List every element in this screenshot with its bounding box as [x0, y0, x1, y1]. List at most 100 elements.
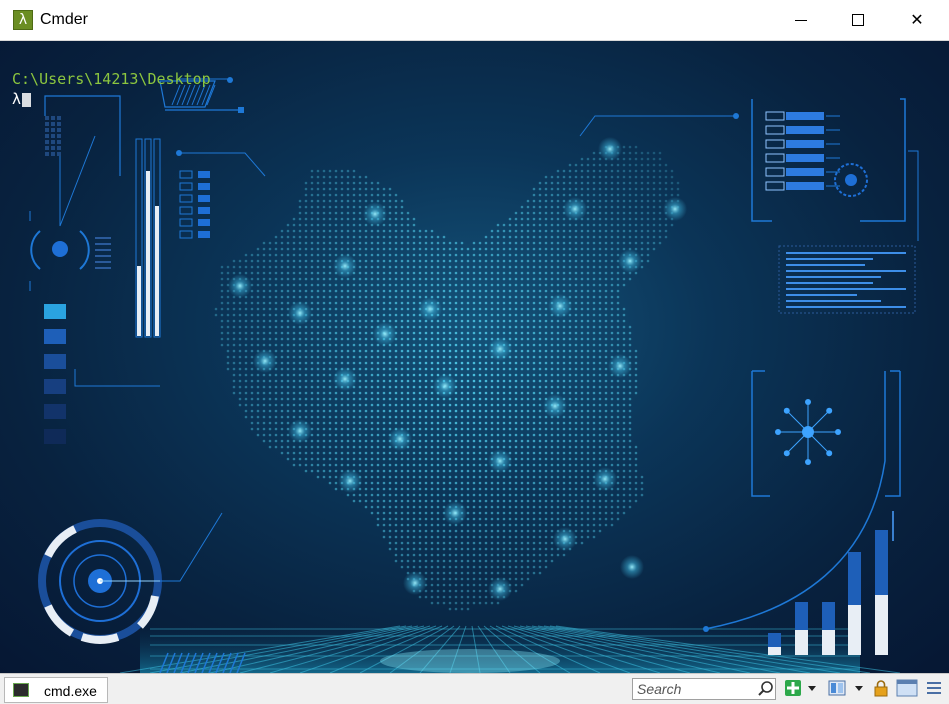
map-dot — [532, 445, 536, 449]
map-dot — [568, 265, 572, 269]
map-dot — [550, 205, 554, 209]
map-dot — [550, 475, 554, 479]
map-dot — [316, 205, 320, 209]
close-button[interactable]: ✕ — [888, 0, 946, 40]
map-dot — [598, 511, 602, 515]
map-dot — [502, 475, 506, 479]
map-dot — [322, 343, 326, 347]
split-view-icon[interactable] — [828, 679, 846, 697]
tab-cmd[interactable]: cmd.exe — [4, 677, 108, 703]
map-dot — [250, 391, 254, 395]
map-dot — [478, 469, 482, 473]
map-dot — [562, 175, 566, 179]
map-dot — [532, 295, 536, 299]
menu-icon[interactable] — [925, 679, 943, 697]
map-dot — [346, 313, 350, 317]
map-dot — [382, 469, 386, 473]
lock-icon[interactable] — [872, 679, 890, 697]
title-bar[interactable]: λ Cmder ✕ — [0, 0, 949, 41]
map-dot — [526, 331, 530, 335]
map-dot — [478, 583, 482, 587]
map-dot — [478, 277, 482, 281]
map-dot — [460, 457, 464, 461]
map-dot — [328, 355, 332, 359]
map-dot — [400, 205, 404, 209]
map-dot — [520, 565, 524, 569]
map-dot — [574, 247, 578, 251]
glow-point — [433, 374, 457, 398]
map-dot — [460, 271, 464, 275]
map-dot — [592, 151, 596, 155]
map-dot — [424, 403, 428, 407]
map-dot — [544, 277, 548, 281]
map-dot — [526, 313, 530, 317]
map-dot — [466, 547, 470, 551]
map-dot — [592, 253, 596, 257]
map-dot — [532, 469, 536, 473]
map-dot — [544, 319, 548, 323]
map-dot — [412, 403, 416, 407]
map-dot — [298, 403, 302, 407]
map-dot — [490, 331, 494, 335]
map-dot — [550, 547, 554, 551]
map-dot — [508, 235, 512, 239]
map-dot — [490, 367, 494, 371]
dropdown-icon[interactable] — [806, 679, 818, 697]
map-dot — [382, 391, 386, 395]
search-box[interactable] — [632, 678, 776, 700]
map-dot — [298, 223, 302, 227]
map-dot — [280, 415, 284, 419]
console-area[interactable]: C:\Users\14213\Desktop λ — [0, 41, 949, 673]
map-dot — [616, 253, 620, 257]
map-dot — [604, 241, 608, 245]
map-dot — [328, 325, 332, 329]
map-dot — [334, 337, 338, 341]
map-dot — [316, 247, 320, 251]
new-tab-plus-icon[interactable] — [784, 679, 802, 697]
minimize-button[interactable] — [772, 0, 830, 40]
window-icon[interactable] — [896, 679, 918, 697]
map-dot — [328, 463, 332, 467]
map-dot — [568, 427, 572, 431]
map-dot — [418, 553, 422, 557]
map-dot — [520, 535, 524, 539]
map-dot — [526, 457, 530, 461]
map-dot — [388, 487, 392, 491]
map-dot — [382, 427, 386, 431]
map-dot — [502, 307, 506, 311]
maximize-button[interactable] — [829, 0, 887, 40]
map-dot — [652, 187, 656, 191]
map-dot — [598, 463, 602, 467]
search-input[interactable] — [633, 679, 763, 699]
map-dot — [538, 547, 542, 551]
map-dot — [424, 463, 428, 467]
map-dot — [364, 481, 368, 485]
map-dot — [376, 427, 380, 431]
map-dot — [544, 433, 548, 437]
text-cursor[interactable] — [22, 93, 31, 107]
map-dot — [490, 505, 494, 509]
map-dot — [556, 451, 560, 455]
map-dot — [256, 385, 260, 389]
search-icon[interactable] — [757, 680, 775, 698]
map-dot — [472, 325, 476, 329]
map-dot — [436, 361, 440, 365]
map-dot — [598, 451, 602, 455]
map-dot — [622, 181, 626, 185]
map-dot — [358, 409, 362, 413]
map-dot — [442, 481, 446, 485]
map-dot — [484, 289, 488, 293]
map-dot — [412, 433, 416, 437]
hud-list-fill — [198, 207, 210, 214]
map-dot — [256, 259, 260, 263]
map-dot — [544, 325, 548, 329]
map-dot — [274, 385, 278, 389]
dropdown-icon[interactable] — [853, 679, 865, 697]
map-dot — [274, 307, 278, 311]
map-dot — [442, 313, 446, 317]
map-dot — [352, 199, 356, 203]
map-dot — [472, 595, 476, 599]
map-dot — [328, 265, 332, 269]
map-dot — [610, 325, 614, 329]
map-dot — [598, 163, 602, 167]
